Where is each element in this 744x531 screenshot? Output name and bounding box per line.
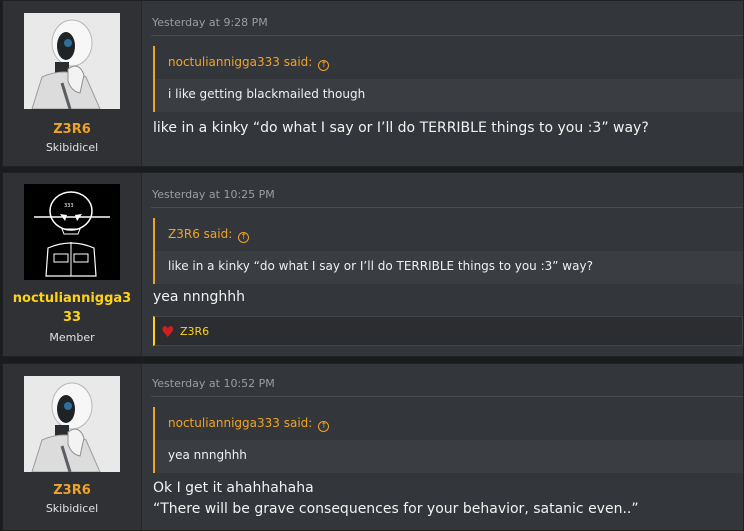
- user-title: Skibidicel: [45, 502, 99, 515]
- post: 333 noctuliannigga3 33 Member Yesterday …: [2, 172, 744, 357]
- author-name-line-1[interactable]: noctuliannigga3: [3, 290, 141, 308]
- heart-icon: ♥: [161, 323, 175, 341]
- post-timestamp[interactable]: Yesterday at 10:52 PM: [152, 377, 275, 390]
- quote-attribution[interactable]: Z3R6 said: ↑: [168, 227, 250, 243]
- robot-avatar-image: [24, 13, 120, 109]
- quote-block: noctuliannigga333 said: ↑ yea nnnghhh: [153, 407, 743, 473]
- divider: [151, 396, 743, 397]
- quote-attribution[interactable]: noctuliannigga333 said: ↑: [168, 416, 330, 432]
- quote-text: like in a kinky “do what I say or I’ll d…: [168, 259, 593, 273]
- post-content: Yesterday at 9:28 PM noctuliannigga333 s…: [151, 1, 743, 166]
- post-content: Yesterday at 10:25 PM Z3R6 said: ↑ like i…: [151, 173, 743, 356]
- message-line-2: “There will be grave consequences for yo…: [153, 501, 639, 517]
- arrow-up-icon[interactable]: ↑: [318, 421, 330, 432]
- quote-block: noctuliannigga333 said: ↑ i like getting …: [153, 46, 743, 112]
- quote-attribution-text[interactable]: Z3R6 said:: [168, 227, 232, 241]
- divider: [151, 207, 743, 208]
- user-panel: 333 noctuliannigga3 33 Member: [3, 173, 142, 356]
- alien-avatar-image: 333: [24, 184, 120, 280]
- avatar[interactable]: [24, 13, 120, 109]
- reactions-bar[interactable]: ♥ Z3R6: [153, 316, 743, 346]
- author-name[interactable]: Z3R6: [3, 482, 141, 500]
- user-panel: Z3R6 Skibidicel: [3, 1, 142, 166]
- robot-avatar-image: [24, 376, 120, 472]
- quote-text: yea nnnghhh: [168, 448, 247, 462]
- quote-header: noctuliannigga333 said: ↑: [155, 407, 743, 440]
- message-text: yea nnnghhh: [153, 289, 246, 305]
- user-title: Skibidicel: [45, 141, 99, 154]
- post-timestamp[interactable]: Yesterday at 10:25 PM: [152, 188, 275, 201]
- arrow-up-icon[interactable]: ↑: [318, 60, 330, 71]
- svg-text:333: 333: [64, 203, 74, 209]
- post-timestamp[interactable]: Yesterday at 9:28 PM: [152, 16, 268, 29]
- quote-block: Z3R6 said: ↑ like in a kinky “do what I s…: [153, 218, 743, 284]
- author-name[interactable]: Z3R6: [3, 121, 141, 139]
- user-panel: Z3R6 Skibidicel: [3, 364, 142, 530]
- reaction-user[interactable]: Z3R6: [180, 325, 209, 338]
- post-content: Yesterday at 10:52 PM noctuliannigga333 …: [151, 364, 743, 530]
- quote-text: i like getting blackmailed though: [168, 87, 366, 101]
- user-title: Member: [49, 331, 95, 344]
- post: Z3R6 Skibidicel Yesterday at 10:52 PM no…: [2, 363, 744, 531]
- avatar[interactable]: [24, 376, 120, 472]
- message-line-1: Ok I get it ahahhahaha: [153, 480, 314, 496]
- quote-attribution-text[interactable]: noctuliannigga333 said:: [168, 55, 312, 69]
- quote-attribution[interactable]: noctuliannigga333 said: ↑: [168, 55, 330, 71]
- quote-attribution-text[interactable]: noctuliannigga333 said:: [168, 416, 312, 430]
- author-name-line-2[interactable]: 33: [3, 309, 141, 327]
- message-text: like in a kinky “do what I say or I’ll d…: [153, 120, 649, 136]
- arrow-up-icon[interactable]: ↑: [238, 232, 250, 243]
- quote-header: Z3R6 said: ↑: [155, 218, 743, 251]
- quote-header: noctuliannigga333 said: ↑: [155, 46, 743, 79]
- post: Z3R6 Skibidicel Yesterday at 9:28 PM noc…: [2, 0, 744, 167]
- divider: [151, 35, 743, 36]
- avatar[interactable]: 333: [24, 184, 120, 280]
